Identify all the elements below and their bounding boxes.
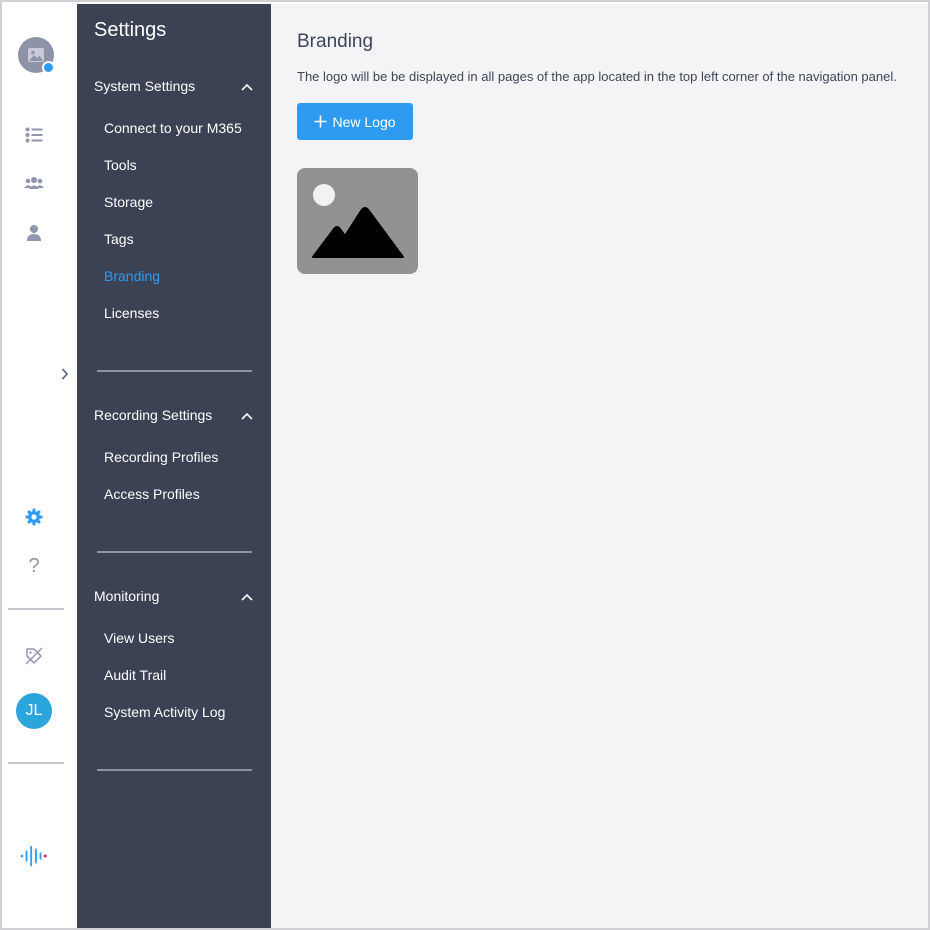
chevron-up-icon [241, 593, 253, 601]
section-label: Recording Settings [94, 407, 213, 423]
tag-icon[interactable] [20, 642, 48, 670]
main-content: Branding The logo will be be displayed i… [271, 4, 928, 928]
icon-rail: ? JL [4, 4, 76, 928]
list-icon[interactable] [20, 121, 48, 149]
nav-item-storage[interactable]: Storage [104, 194, 153, 210]
nav-item-branding[interactable]: Branding [104, 268, 160, 284]
gear-icon[interactable] [20, 503, 48, 531]
section-divider [97, 769, 252, 771]
chevron-up-icon [241, 83, 253, 91]
section-header-recording-settings[interactable]: Recording Settings [94, 407, 254, 429]
rail-divider [8, 608, 64, 610]
settings-panel: Settings System Settings Connect to your… [77, 4, 271, 928]
section-header-system-settings[interactable]: System Settings [94, 78, 254, 100]
section-header-monitoring[interactable]: Monitoring [94, 588, 254, 610]
nav-item-recording-profiles[interactable]: Recording Profiles [104, 449, 218, 465]
nav-item-view-users[interactable]: View Users [104, 630, 175, 646]
expand-rail-chevron-icon[interactable] [58, 364, 72, 384]
nav-item-tools[interactable]: Tools [104, 157, 137, 173]
plus-icon [314, 115, 327, 128]
add-badge-icon[interactable] [42, 61, 55, 74]
section-divider [97, 551, 252, 553]
page-description: The logo will be be displayed in all pag… [297, 69, 897, 84]
nav-item-licenses[interactable]: Licenses [104, 305, 159, 321]
rail-divider [8, 762, 64, 764]
logo-preview[interactable] [297, 168, 418, 274]
workspace-image-avatar[interactable] [18, 37, 55, 74]
new-logo-button[interactable]: New Logo [297, 103, 413, 140]
nav-item-system-activity-log[interactable]: System Activity Log [104, 704, 225, 720]
audio-logo-icon [20, 842, 48, 870]
help-icon[interactable]: ? [20, 552, 48, 580]
nav-item-access-profiles[interactable]: Access Profiles [104, 486, 200, 502]
image-placeholder-icon [312, 184, 404, 258]
user-icon[interactable] [20, 218, 48, 246]
image-icon [28, 48, 44, 62]
settings-title: Settings [94, 19, 167, 41]
app-window: ? JL Settings System Settings Connect to… [0, 0, 930, 930]
group-icon[interactable] [20, 169, 48, 197]
section-label: System Settings [94, 78, 196, 94]
nav-item-audit-trail[interactable]: Audit Trail [104, 667, 166, 683]
section-label: Monitoring [94, 588, 160, 604]
section-divider [97, 370, 252, 372]
chevron-up-icon [241, 412, 253, 420]
nav-item-connect-m365[interactable]: Connect to your M365 [104, 120, 242, 136]
new-logo-label: New Logo [332, 113, 396, 130]
page-title: Branding [297, 31, 374, 52]
user-avatar[interactable]: JL [16, 693, 52, 729]
nav-item-tags[interactable]: Tags [104, 231, 134, 247]
